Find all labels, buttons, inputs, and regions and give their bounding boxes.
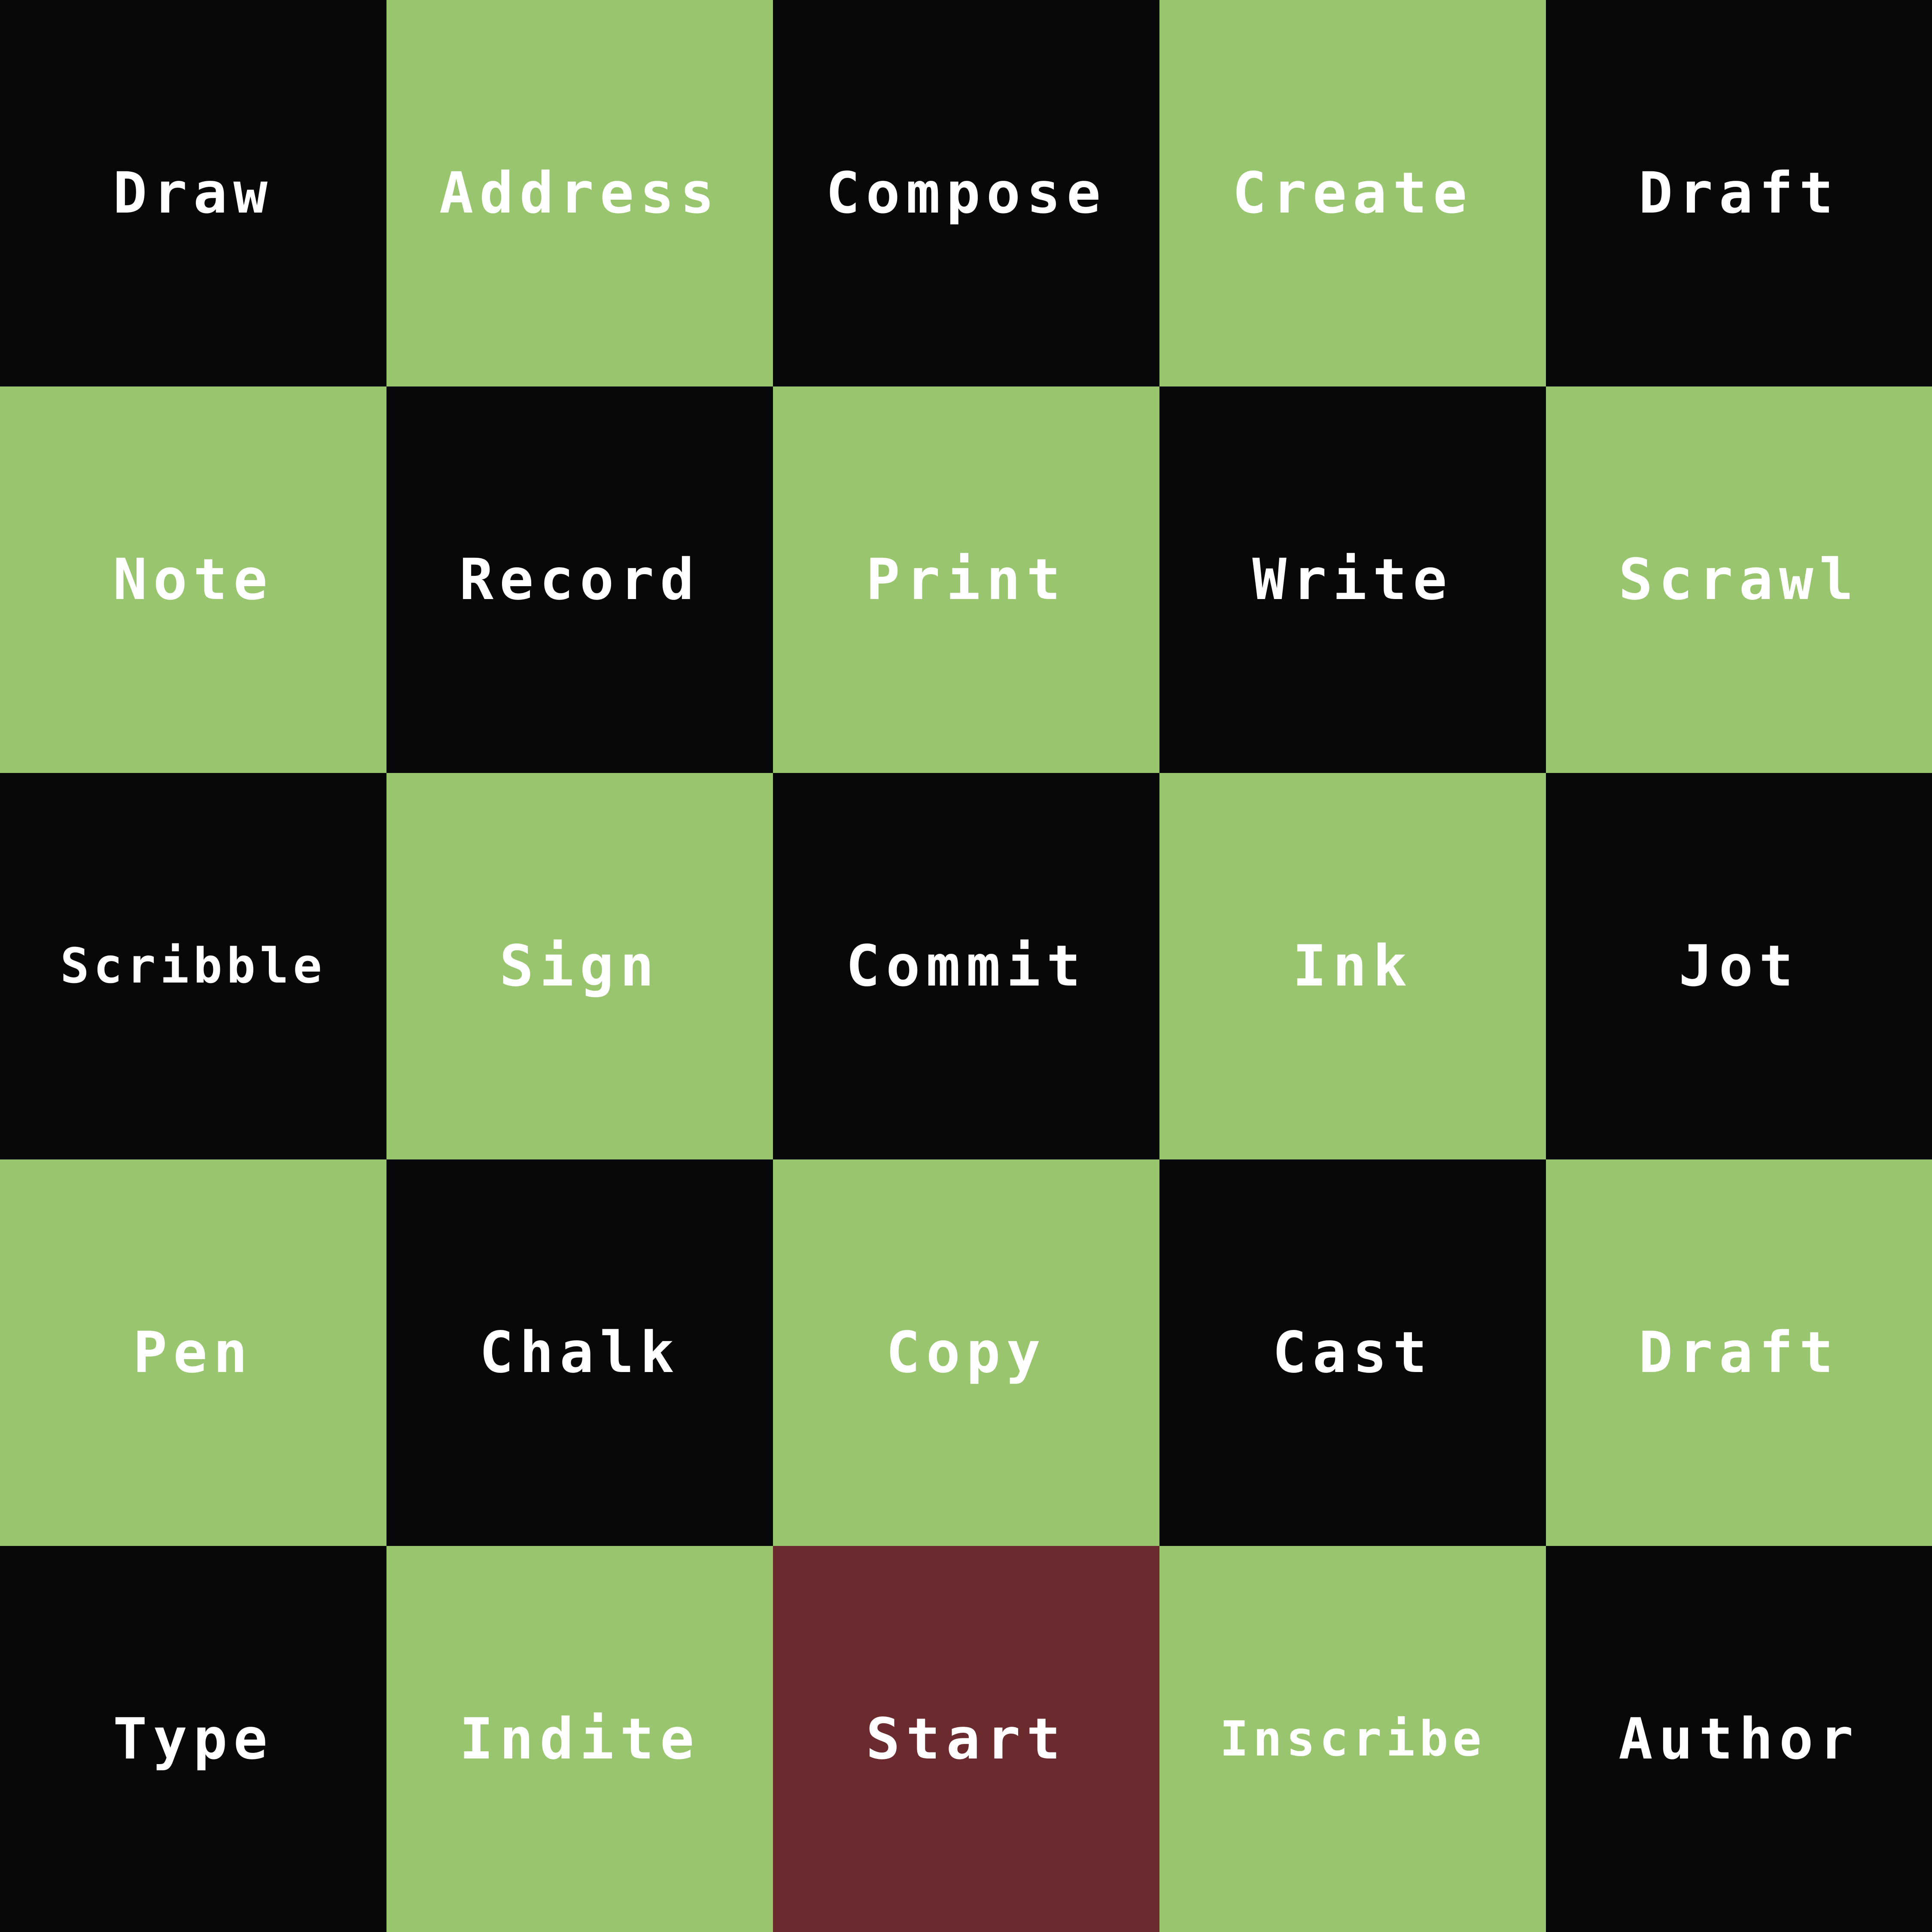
cell-label: Scribble (60, 938, 326, 994)
grid-cell-r3c4[interactable]: Ink (1159, 773, 1546, 1159)
cell-label: Jot (1679, 933, 1799, 999)
grid-cell-r4c2[interactable]: Chalk (386, 1159, 773, 1546)
cell-label: Commit (846, 933, 1087, 999)
grid-cell-r4c1[interactable]: Pen (0, 1159, 386, 1546)
grid-cell-r3c5[interactable]: Jot (1546, 773, 1932, 1159)
cell-label: Draft (1638, 160, 1840, 226)
grid-cell-r3c2[interactable]: Sign (386, 773, 773, 1159)
cell-label: Draw (113, 160, 274, 226)
grid-cell-r5c5[interactable]: Author (1546, 1546, 1932, 1932)
grid-cell-r2c1[interactable]: Note (0, 386, 386, 773)
cell-label: Indite (459, 1706, 700, 1772)
grid-cell-r4c3[interactable]: Copy (773, 1159, 1159, 1546)
cell-label: Inscribe (1220, 1711, 1486, 1767)
grid-cell-r4c4[interactable]: Cast (1159, 1159, 1546, 1546)
start-cell[interactable]: Start (773, 1546, 1159, 1932)
grid-cell-r1c5[interactable]: Draft (1546, 0, 1932, 386)
grid-cell-r2c4[interactable]: Write (1159, 386, 1546, 773)
cell-label: Record (459, 547, 700, 613)
grid-cell-r2c2[interactable]: Record (386, 386, 773, 773)
grid-cell-r1c3[interactable]: Compose (773, 0, 1159, 386)
grid-cell-r5c1[interactable]: Type (0, 1546, 386, 1932)
grid-cell-r5c4[interactable]: Inscribe (1159, 1546, 1546, 1932)
cell-label: Sign (499, 933, 660, 999)
grid-cell-r3c3[interactable]: Commit (773, 773, 1159, 1159)
cell-label: Copy (886, 1320, 1047, 1386)
grid-cell-r1c2[interactable]: Address (386, 0, 773, 386)
grid-cell-r1c4[interactable]: Create (1159, 0, 1546, 386)
grid-cell-r3c1[interactable]: Scribble (0, 773, 386, 1159)
cell-label: Address (439, 160, 721, 226)
cell-label: Write (1252, 547, 1453, 613)
grid-cell-r4c5[interactable]: Draft (1546, 1159, 1932, 1546)
cell-label: Compose (825, 160, 1107, 226)
word-grid-board: Draw Address Compose Create Draft Note R… (0, 0, 1932, 1932)
grid-cell-r2c3[interactable]: Print (773, 386, 1159, 773)
grid-cell-r2c5[interactable]: Scrawl (1546, 386, 1932, 773)
grid-cell-r5c2[interactable]: Indite (386, 1546, 773, 1932)
cell-label: Type (113, 1706, 274, 1772)
cell-label: Ink (1292, 933, 1413, 999)
cell-label: Cast (1272, 1320, 1433, 1386)
cell-label: Chalk (479, 1320, 680, 1386)
cell-label: Note (113, 547, 274, 613)
cell-label: Draft (1638, 1320, 1840, 1386)
grid-cell-r1c1[interactable]: Draw (0, 0, 386, 386)
cell-label: Author (1619, 1706, 1859, 1772)
cell-label: Pen (133, 1320, 254, 1386)
cell-label: Print (866, 547, 1067, 613)
start-label: Start (866, 1706, 1067, 1772)
cell-label: Scrawl (1619, 547, 1859, 613)
cell-label: Create (1232, 160, 1473, 226)
